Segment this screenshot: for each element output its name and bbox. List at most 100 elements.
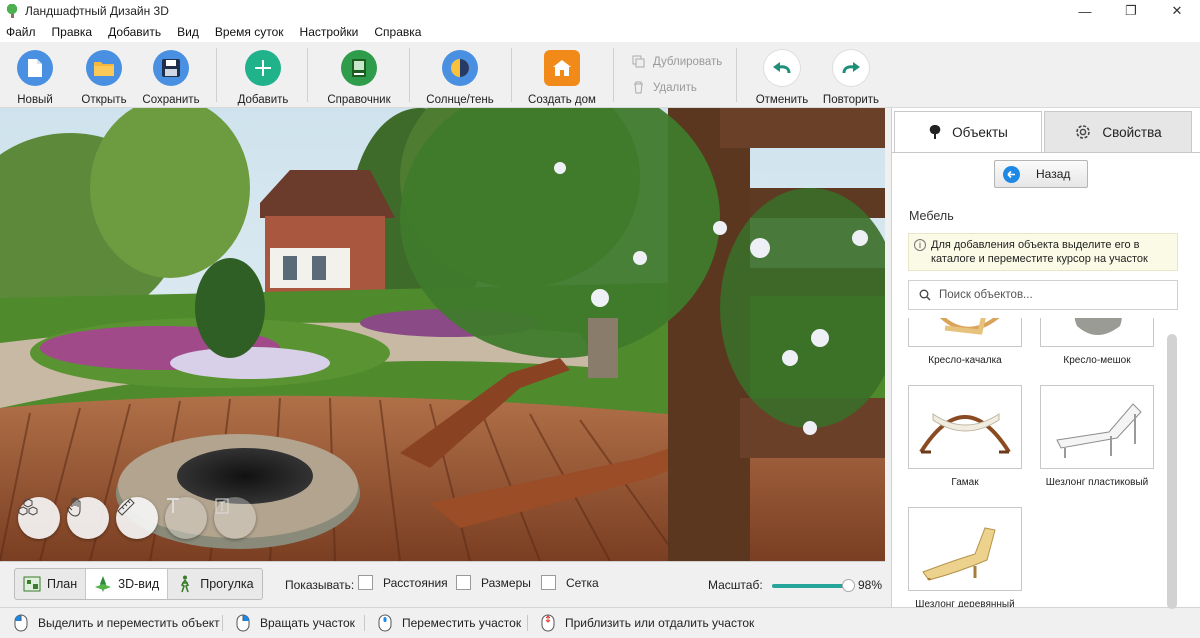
tab-walk[interactable]: Прогулка [168,569,261,599]
duplicate-icon [632,55,645,68]
toolbar: Новый Открыть Сохранить Добавить Справоч… [0,42,1200,108]
category-title: Мебель [909,209,954,223]
add-button[interactable]: Добавить [236,42,290,108]
reference-button[interactable]: Справочник [326,42,392,108]
catalog-item[interactable]: Шезлонг деревянный [908,507,1022,607]
ruler-tool[interactable] [116,497,158,539]
hint-rotate: Вращать участок [236,608,355,638]
cubes-icon [18,498,38,516]
search-placeholder: Поиск объектов... [939,289,1033,301]
tab-plan[interactable]: План [15,569,87,599]
item-label: Кресло-мешок [1063,355,1131,366]
catalog-scrollbar[interactable] [1167,334,1177,614]
new-file-icon [17,50,53,86]
view-mode-bar: План 3D-вид Прогулка Показывать: Расстоя… [0,561,885,607]
status-divider [222,615,223,631]
plan-icon [23,575,41,593]
pan-tool[interactable] [67,497,109,539]
close-button[interactable]: ✕ [1154,0,1200,22]
save-label: Сохранить [142,94,200,106]
menu-settings[interactable]: Настройки [300,25,359,39]
gear-icon [1074,123,1092,141]
objects-panel: Объекты Свойства Назад Мебель i Для доба… [891,108,1200,609]
status-divider [364,615,365,631]
menu-time-of-day[interactable]: Время суток [215,25,284,39]
toolbar-divider [307,48,308,102]
grid-checkbox-box[interactable] [541,575,556,590]
distances-checkbox[interactable]: Расстояния [358,575,448,590]
tab-properties-label: Свойства [1102,124,1162,140]
search-input[interactable]: Поиск объектов... [908,280,1178,310]
undo-label: Отменить [755,94,809,106]
redo-label: Повторить [822,94,880,106]
ruler-icon [117,498,135,516]
toolbar-divider [613,48,614,102]
create-house-button[interactable]: Создать дом [527,42,597,108]
plus-icon [245,50,281,86]
text-size-icon [215,498,229,514]
save-button[interactable]: Сохранить [142,42,200,108]
text-size-tool[interactable] [214,497,256,539]
scale-slider-fill [772,584,849,588]
menu-file[interactable]: Файл [6,25,36,39]
hint-zoom: Приблизить или отдалить участок [541,608,754,638]
maximize-button[interactable]: ❐ [1108,0,1154,22]
rocking-chair-icon [908,318,1022,347]
hint-select-move: Выделить и переместить объект [14,608,220,638]
duplicate-button[interactable]: Дублировать [632,55,722,68]
catalog-item[interactable]: Шезлонг пластиковый [1040,385,1154,488]
sun-shadow-button[interactable]: Солнце/тень [426,42,494,108]
catalog-item[interactable]: Гамак [908,385,1022,488]
tab-objects[interactable]: Объекты [894,111,1042,152]
new-button[interactable]: Новый [13,42,57,108]
arrow-left-icon [1003,165,1020,183]
tab-3d-view[interactable]: 3D-вид [86,569,169,599]
objects-view-tool[interactable] [18,497,60,539]
text-tool[interactable] [165,497,207,539]
minimize-button[interactable]: — [1062,0,1108,22]
catalog-item[interactable]: Кресло-мешок [1040,318,1154,366]
search-icon [919,289,931,301]
hint-select-move-label: Выделить и переместить объект [38,616,220,630]
3d-viewport[interactable] [0,108,885,561]
dimensions-checkbox-box[interactable] [456,575,471,590]
bean-bag-icon [1040,318,1154,347]
middle-click-mouse-icon [378,614,392,632]
item-label: Шезлонг деревянный [915,599,1015,607]
catalog-list: Кресло-качалка Кресло-мешок Гамак Шезлон… [892,318,1170,607]
catalog-item[interactable]: Кресло-качалка [908,318,1022,366]
hint-move: Переместить участок [378,608,521,638]
floppy-disk-icon [153,50,189,86]
tab-walk-label: Прогулка [200,577,254,591]
menu-view[interactable]: Вид [177,25,199,39]
item-label: Кресло-качалка [928,355,1002,366]
dimensions-checkbox[interactable]: Размеры [456,575,531,590]
undo-button[interactable]: Отменить [754,42,810,108]
back-button[interactable]: Назад [994,160,1088,188]
tab-plan-label: План [47,577,78,591]
duplicate-label: Дублировать [653,55,723,68]
hint-rotate-label: Вращать участок [260,616,355,630]
open-button[interactable]: Открыть [80,42,128,108]
tab-properties[interactable]: Свойства [1044,111,1192,152]
catalog-scrollbar-thumb[interactable] [1167,334,1177,609]
menu-add[interactable]: Добавить [108,25,161,39]
garden-scene [0,108,885,561]
distances-checkbox-box[interactable] [358,575,373,590]
toolbar-divider [511,48,512,102]
grid-checkbox[interactable]: Сетка [541,575,599,590]
text-icon [167,498,179,513]
open-label: Открыть [81,94,127,106]
app-logo-icon [5,4,19,18]
create-house-label: Создать дом [528,94,596,106]
dimensions-label: Размеры [481,575,531,590]
hint-zoom-label: Приблизить или отдалить участок [565,616,755,630]
menu-edit[interactable]: Правка [52,25,93,39]
left-click-mouse-icon [14,614,28,632]
item-label: Гамак [951,477,979,488]
menu-help[interactable]: Справка [374,25,421,39]
scale-slider[interactable] [772,579,856,592]
redo-button[interactable]: Повторить [822,42,880,108]
delete-button[interactable]: Удалить [632,81,697,94]
scale-slider-thumb[interactable] [842,579,856,592]
